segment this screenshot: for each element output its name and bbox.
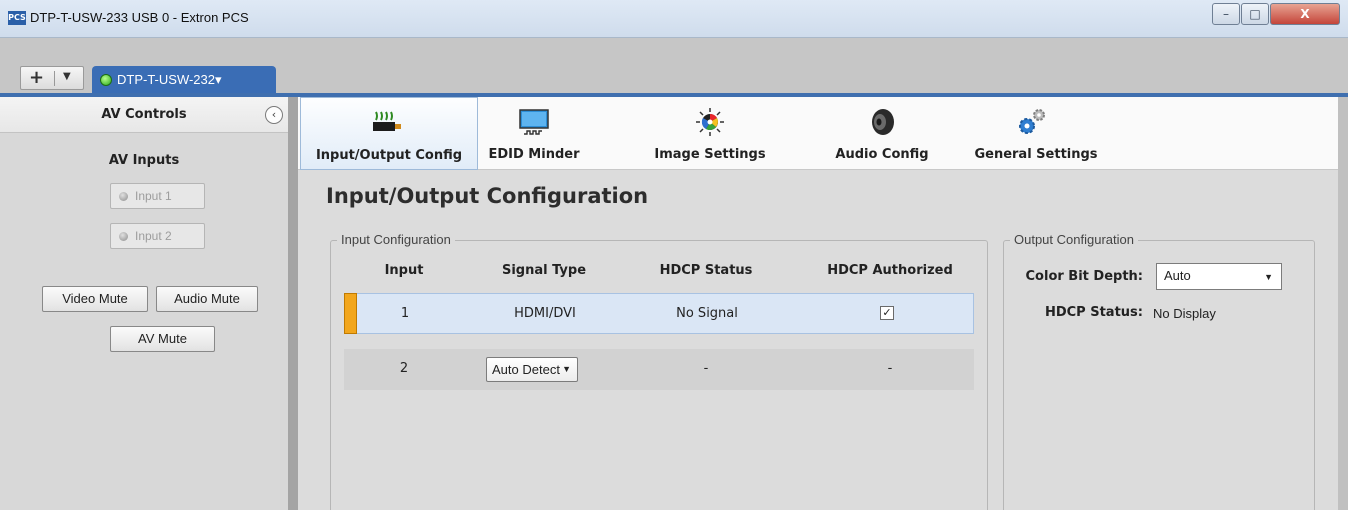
- input-2-button[interactable]: Input 2: [110, 223, 205, 249]
- tab-label: Input/Output Config: [315, 148, 463, 163]
- video-mute-button[interactable]: Video Mute: [42, 286, 148, 312]
- column-header-hdcp-status: HDCP Status: [659, 263, 753, 278]
- hdcp-status: No Signal: [676, 306, 738, 321]
- table-row[interactable]: 1 HDMI/DVI No Signal ✓: [344, 293, 974, 334]
- add-device-button[interactable]: + ▼: [20, 66, 84, 90]
- close-button[interactable]: X: [1270, 3, 1340, 25]
- color-bit-depth-label: Color Bit Depth:: [1025, 269, 1143, 284]
- input-1-label: Input 1: [135, 189, 172, 203]
- device-tab-label: DTP-T-USW-232▾: [117, 72, 222, 87]
- title-bar: PCS DTP-T-USW-233 USB 0 - Extron PCS – □…: [0, 0, 1348, 38]
- hdcp-authorized-checkbox[interactable]: ✓: [880, 306, 894, 320]
- output-hdcp-status-label: HDCP Status:: [1044, 305, 1143, 320]
- button-divider: [54, 71, 55, 86]
- av-controls-panel: AV Controls ‹ AV Inputs Input 1 Input 2 …: [0, 97, 288, 510]
- input-configuration-legend: Input Configuration: [337, 232, 455, 247]
- tab-label: Audio Config: [835, 147, 929, 162]
- input-led-icon: [119, 232, 128, 241]
- tab-audio-config[interactable]: Audio Config: [821, 97, 943, 170]
- connection-status-icon: [100, 74, 112, 86]
- signal-type-dropdown[interactable]: Auto Detect ▼: [486, 357, 578, 382]
- color-wheel-icon: [696, 108, 724, 136]
- monitor-icon: [519, 109, 549, 135]
- column-header-hdcp-authorized: HDCP Authorized: [827, 263, 953, 278]
- input-led-icon: [119, 192, 128, 201]
- output-configuration-legend: Output Configuration: [1010, 232, 1138, 247]
- page-title: Input/Output Configuration: [326, 184, 649, 208]
- chevron-down-icon: ▼: [1264, 272, 1273, 282]
- plus-icon: +: [29, 67, 45, 88]
- maximize-button[interactable]: □: [1241, 3, 1269, 25]
- window-right-border: [1338, 97, 1348, 510]
- input-1-button[interactable]: Input 1: [110, 183, 205, 209]
- tab-general-settings[interactable]: General Settings: [966, 97, 1106, 170]
- av-controls-header: AV Controls ‹: [0, 97, 288, 133]
- color-bit-depth-value: Auto: [1164, 268, 1191, 283]
- collapse-panel-icon[interactable]: ‹: [265, 106, 283, 124]
- signal-type-value: Auto Detect: [492, 362, 560, 377]
- tab-label: Image Settings: [654, 147, 766, 162]
- section-toolbar: Input/Output Config EDID Minder Image Se…: [298, 97, 1338, 170]
- io-config-icon: [373, 111, 401, 131]
- hdcp-status: -: [703, 361, 709, 376]
- av-mute-button[interactable]: AV Mute: [110, 326, 215, 352]
- hdcp-authorized: -: [887, 361, 893, 376]
- speaker-icon: [872, 109, 894, 135]
- minimize-button[interactable]: –: [1212, 3, 1240, 25]
- tab-label: EDID Minder: [488, 147, 580, 162]
- input-2-label: Input 2: [135, 229, 172, 243]
- tab-label: General Settings: [974, 147, 1098, 162]
- chevron-down-icon[interactable]: ▼: [63, 71, 71, 82]
- device-tab[interactable]: DTP-T-USW-232▾: [92, 66, 276, 94]
- color-bit-depth-select[interactable]: Auto ▼: [1156, 263, 1282, 290]
- table-row[interactable]: 2 Auto Detect ▼ - -: [344, 349, 974, 390]
- main-content: Input/Output Config EDID Minder Image Se…: [298, 97, 1338, 510]
- window-title: DTP-T-USW-233 USB 0 - Extron PCS: [30, 10, 249, 25]
- input-number: 2: [399, 361, 409, 376]
- app-icon: PCS: [8, 11, 26, 25]
- audio-mute-button[interactable]: Audio Mute: [156, 286, 258, 312]
- panel-splitter[interactable]: [288, 97, 298, 510]
- tab-edid-minder[interactable]: EDID Minder: [484, 97, 584, 170]
- chevron-down-icon: ▼: [562, 364, 571, 374]
- input-number: 1: [400, 306, 410, 321]
- output-hdcp-status-value: No Display: [1153, 306, 1216, 321]
- av-inputs-heading: AV Inputs: [108, 153, 180, 168]
- column-header-input: Input: [384, 263, 424, 278]
- tab-input-output-config[interactable]: Input/Output Config: [300, 97, 478, 170]
- gears-icon: [1019, 109, 1045, 134]
- av-controls-title: AV Controls: [101, 107, 187, 122]
- column-header-signal-type: Signal Type: [501, 263, 587, 278]
- tab-image-settings[interactable]: Image Settings: [644, 97, 776, 170]
- signal-type: HDMI/DVI: [514, 306, 576, 321]
